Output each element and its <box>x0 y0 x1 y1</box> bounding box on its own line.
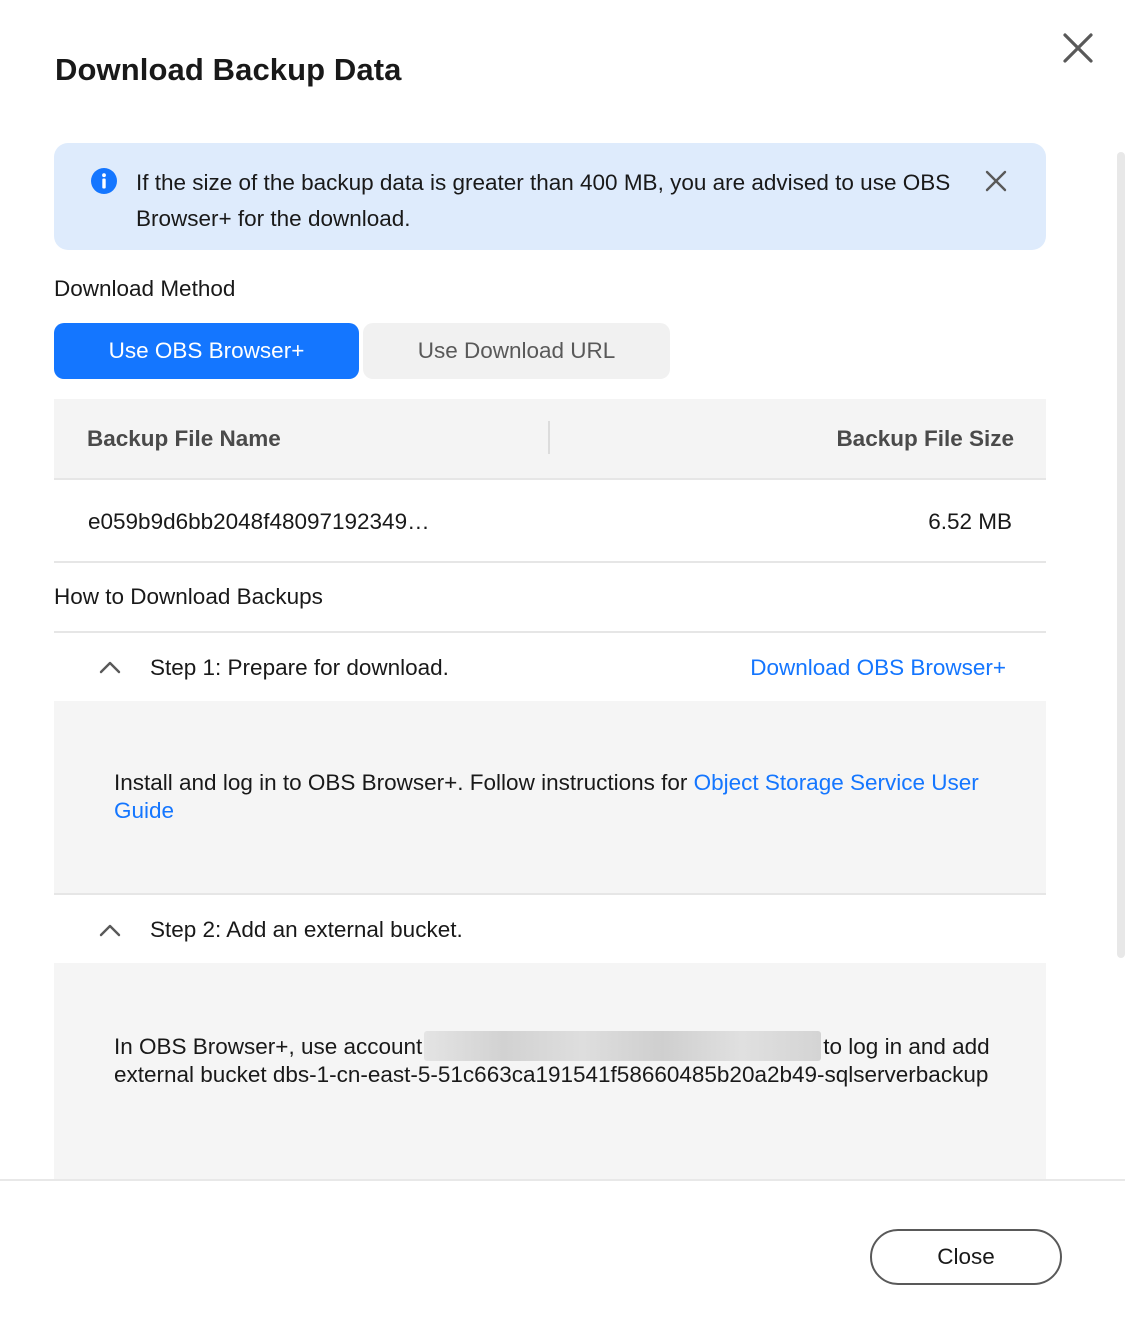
info-alert: If the size of the backup data is greate… <box>54 143 1046 250</box>
use-download-url-button[interactable]: Use Download URL <box>363 323 670 379</box>
column-header-file-name: Backup File Name <box>87 426 281 451</box>
scrollbar[interactable] <box>1117 152 1125 958</box>
chevron-up-icon[interactable] <box>98 919 122 943</box>
use-obs-browser-button[interactable]: Use OBS Browser+ <box>54 323 359 379</box>
dialog-title: Download Backup Data <box>55 52 402 87</box>
backup-file-table: Backup File Name Backup File Size e059b9… <box>54 399 1046 563</box>
alert-close-icon[interactable] <box>982 167 1010 195</box>
close-icon[interactable] <box>1058 28 1098 68</box>
step-1-instruction: Install and log in to OBS Browser+. Foll… <box>114 770 694 795</box>
column-header-file-size: Backup File Size <box>836 426 1014 451</box>
step-1-title: Step 1: Prepare for download. <box>150 655 449 680</box>
table-header: Backup File Name Backup File Size <box>54 399 1046 478</box>
step-2-body: In OBS Browser+, use account to log in an… <box>54 963 1046 1179</box>
info-icon <box>91 168 117 194</box>
file-size-cell: 6.52 MB <box>928 509 1012 534</box>
step-2-instruction-start: In OBS Browser+, use account <box>114 1034 423 1059</box>
step-1-header[interactable]: Step 1: Prepare for download. Download O… <box>54 631 1046 701</box>
step-2-header[interactable]: Step 2: Add an external bucket. <box>54 893 1046 963</box>
close-button[interactable]: Close <box>870 1229 1062 1285</box>
download-obs-browser-link[interactable]: Download OBS Browser+ <box>750 655 1006 681</box>
redacted-account <box>424 1031 822 1061</box>
step-2-title: Step 2: Add an external bucket. <box>150 917 463 942</box>
file-name-cell: e059b9d6bb2048f48097192349… <box>88 509 430 534</box>
step-1-text: Install and log in to OBS Browser+. Foll… <box>114 769 994 825</box>
step-2-text: In OBS Browser+, use account to log in an… <box>114 1031 994 1089</box>
table-row: e059b9d6bb2048f48097192349… 6.52 MB <box>54 478 1046 563</box>
chevron-up-icon[interactable] <box>98 656 122 680</box>
download-method-label: Download Method <box>54 276 236 301</box>
column-divider <box>548 421 550 454</box>
alert-text: If the size of the backup data is greate… <box>136 170 951 231</box>
how-to-download-label: How to Download Backups <box>54 584 323 609</box>
step-1-body: Install and log in to OBS Browser+. Foll… <box>54 701 1046 893</box>
download-backup-dialog: Download Backup Data If the size of the … <box>0 0 1125 1327</box>
